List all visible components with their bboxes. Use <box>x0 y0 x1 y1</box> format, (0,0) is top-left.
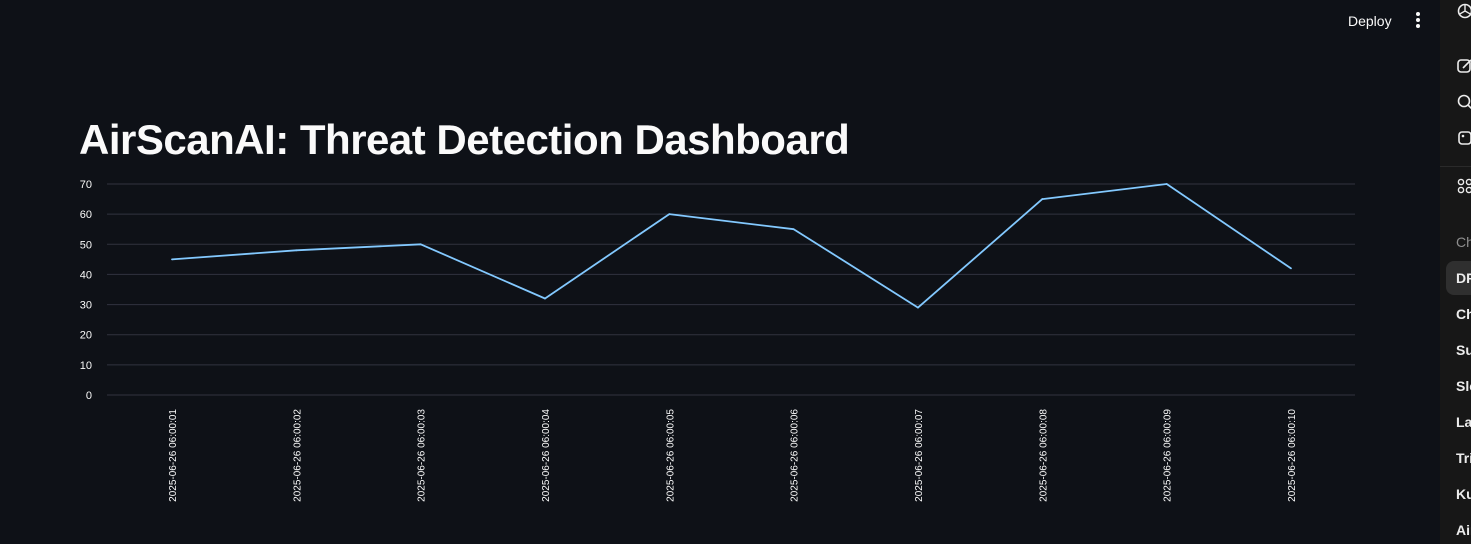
sidebar-chat-item[interactable]: Ku <box>1446 477 1471 511</box>
openai-logo-icon[interactable] <box>1456 2 1471 20</box>
data-point <box>419 243 422 246</box>
sidebar-chat-item[interactable]: Ch <box>1446 297 1471 331</box>
x-tick-label: 2025-06-26 06:00:07 <box>914 409 925 502</box>
y-tick-label: 30 <box>80 300 92 312</box>
gpts-grid-icon[interactable] <box>1456 177 1471 195</box>
main-menu-button[interactable] <box>1407 9 1429 31</box>
x-tick-label: 2025-06-26 06:00:05 <box>665 409 676 502</box>
data-point <box>668 213 671 216</box>
x-tick-label: 2025-06-26 06:00:10 <box>1287 409 1298 502</box>
y-tick-label: 20 <box>80 330 92 342</box>
y-tick-label: 50 <box>80 239 92 251</box>
top-toolbar: Deploy <box>0 0 1440 40</box>
data-point <box>792 228 795 231</box>
data-point <box>544 297 546 300</box>
sidebar-chat-item[interactable]: Air <box>1446 513 1471 544</box>
y-tick-label: 60 <box>80 209 92 221</box>
new-chat-icon[interactable] <box>1456 57 1471 75</box>
sidebar-chat-item[interactable]: Tri <box>1446 441 1471 475</box>
app-main: Deploy AirScanAI: Threat Detection Dashb… <box>0 0 1440 544</box>
x-tick-label: 2025-06-26 06:00:09 <box>1163 409 1174 502</box>
data-point <box>295 249 298 252</box>
y-tick-label: 10 <box>80 360 92 372</box>
sidebar-chat-item[interactable]: Su <box>1446 333 1471 367</box>
data-point <box>171 258 173 261</box>
chart-svg: 0 10 20 30 40 50 60 70 2025-06-26 06:00:01 2025-0… <box>80 179 1355 502</box>
page-title: AirScanAI: Threat Detection Dashboard <box>79 116 850 163</box>
sidebar-chat-item[interactable]: La <box>1446 405 1471 439</box>
data-point <box>917 306 919 309</box>
threat-line-chart: 0 10 20 30 40 50 60 70 2025-06-26 06:00:01 2025-0… <box>0 170 1440 544</box>
library-icon[interactable] <box>1456 129 1471 147</box>
y-tick-label: 0 <box>86 390 92 402</box>
x-tick-label: 2025-06-26 06:00:06 <box>790 409 801 502</box>
series-line <box>171 183 1292 309</box>
sidebar-divider <box>1440 166 1471 167</box>
search-icon[interactable] <box>1456 93 1471 111</box>
more-vertical-icon <box>1416 12 1420 28</box>
sidebar-section-heading: Ch <box>1456 234 1471 250</box>
y-tick-label: 70 <box>80 179 92 191</box>
sidebar-chat-item[interactable]: Slo <box>1446 369 1471 403</box>
chat-sidebar: Ch DP Ch Su Slo La Tri Ku Air <box>1440 0 1471 544</box>
y-tick-label: 40 <box>80 269 92 281</box>
data-point <box>1165 183 1168 185</box>
data-point <box>1041 198 1044 200</box>
deploy-button[interactable]: Deploy <box>1340 10 1400 32</box>
x-tick-label: 2025-06-26 06:00:04 <box>541 409 552 502</box>
data-point <box>1290 267 1292 270</box>
x-tick-label: 2025-06-26 06:00:01 <box>168 409 179 502</box>
x-tick-label: 2025-06-26 06:00:02 <box>292 409 303 502</box>
x-tick-label: 2025-06-26 06:00:08 <box>1038 409 1049 502</box>
sidebar-chat-item[interactable]: DP <box>1446 261 1471 295</box>
x-tick-label: 2025-06-26 06:00:03 <box>417 409 428 502</box>
